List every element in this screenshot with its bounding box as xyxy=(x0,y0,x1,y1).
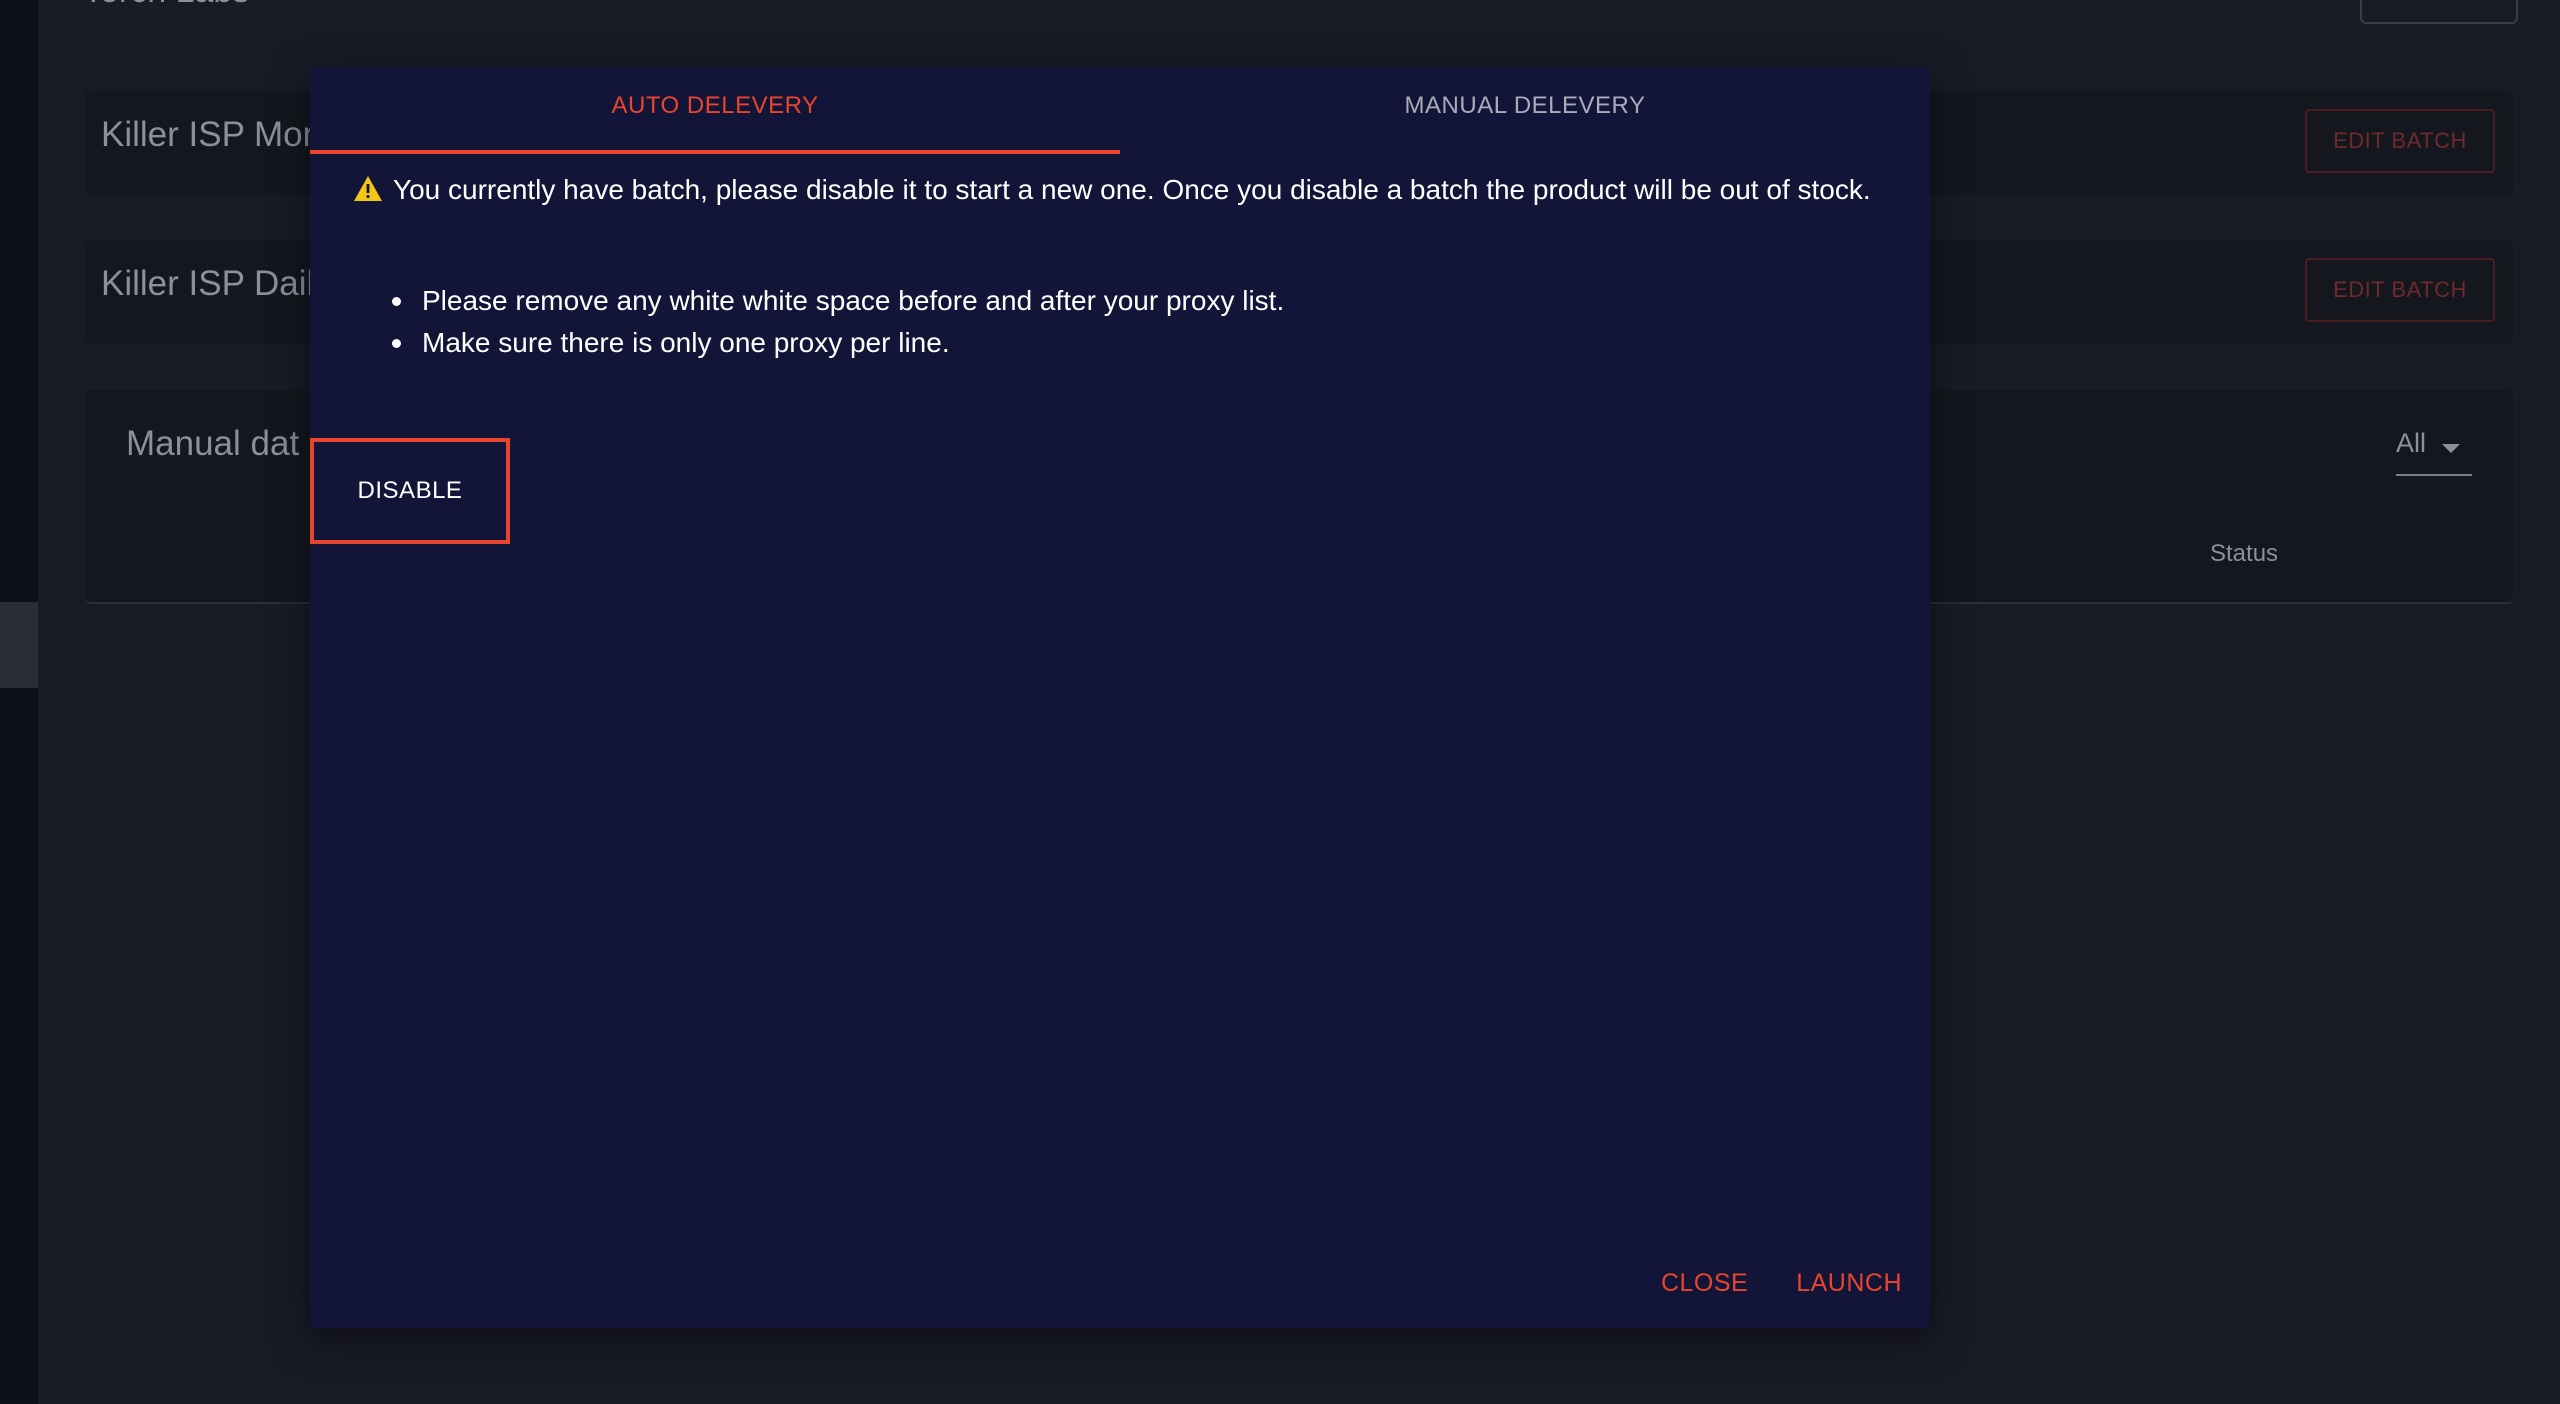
product-name: Killer ISP Dail xyxy=(101,264,315,303)
column-header-status: Status xyxy=(2210,540,2279,567)
edit-batch-button[interactable]: EDIT BATCH xyxy=(2305,109,2495,173)
alert-text: You currently have batch, please disable… xyxy=(393,174,1871,205)
list-item: Please remove any white white space befo… xyxy=(392,280,1872,322)
delivery-dialog: AUTO DELEVERY MANUAL DELEVERY You curren… xyxy=(310,68,1930,1328)
sidebar-active-item[interactable] xyxy=(0,602,38,688)
table-title: Manual dat xyxy=(126,424,300,463)
batch-warning-alert: You currently have batch, please disable… xyxy=(353,168,1893,215)
warning-icon xyxy=(353,171,383,215)
chevron-down-icon xyxy=(2442,444,2460,453)
tab-auto-delivery[interactable]: AUTO DELEVERY xyxy=(310,68,1120,154)
tab-manual-delivery[interactable]: MANUAL DELEVERY xyxy=(1120,68,1930,154)
list-item: Make sure there is only one proxy per li… xyxy=(392,322,1872,364)
header-button[interactable] xyxy=(2360,0,2518,24)
disable-button[interactable]: DISABLE xyxy=(310,438,510,544)
close-button[interactable]: CLOSE xyxy=(1661,1269,1748,1298)
launch-button[interactable]: LAUNCH xyxy=(1796,1269,1902,1298)
app-sidebar xyxy=(0,0,38,1404)
delivery-tabs: AUTO DELEVERY MANUAL DELEVERY xyxy=(310,68,1930,154)
edit-batch-button[interactable]: EDIT BATCH xyxy=(2305,258,2495,322)
status-filter-select[interactable]: All xyxy=(2396,428,2472,476)
filter-value: All xyxy=(2396,428,2427,458)
instructions-list: Please remove any white white space befo… xyxy=(392,280,1872,364)
page-title: Torch Labs xyxy=(83,0,249,11)
active-tab-indicator xyxy=(310,150,1120,154)
product-name: Killer ISP Mor xyxy=(101,115,315,154)
dialog-actions: CLOSE LAUNCH xyxy=(1661,1269,1902,1298)
